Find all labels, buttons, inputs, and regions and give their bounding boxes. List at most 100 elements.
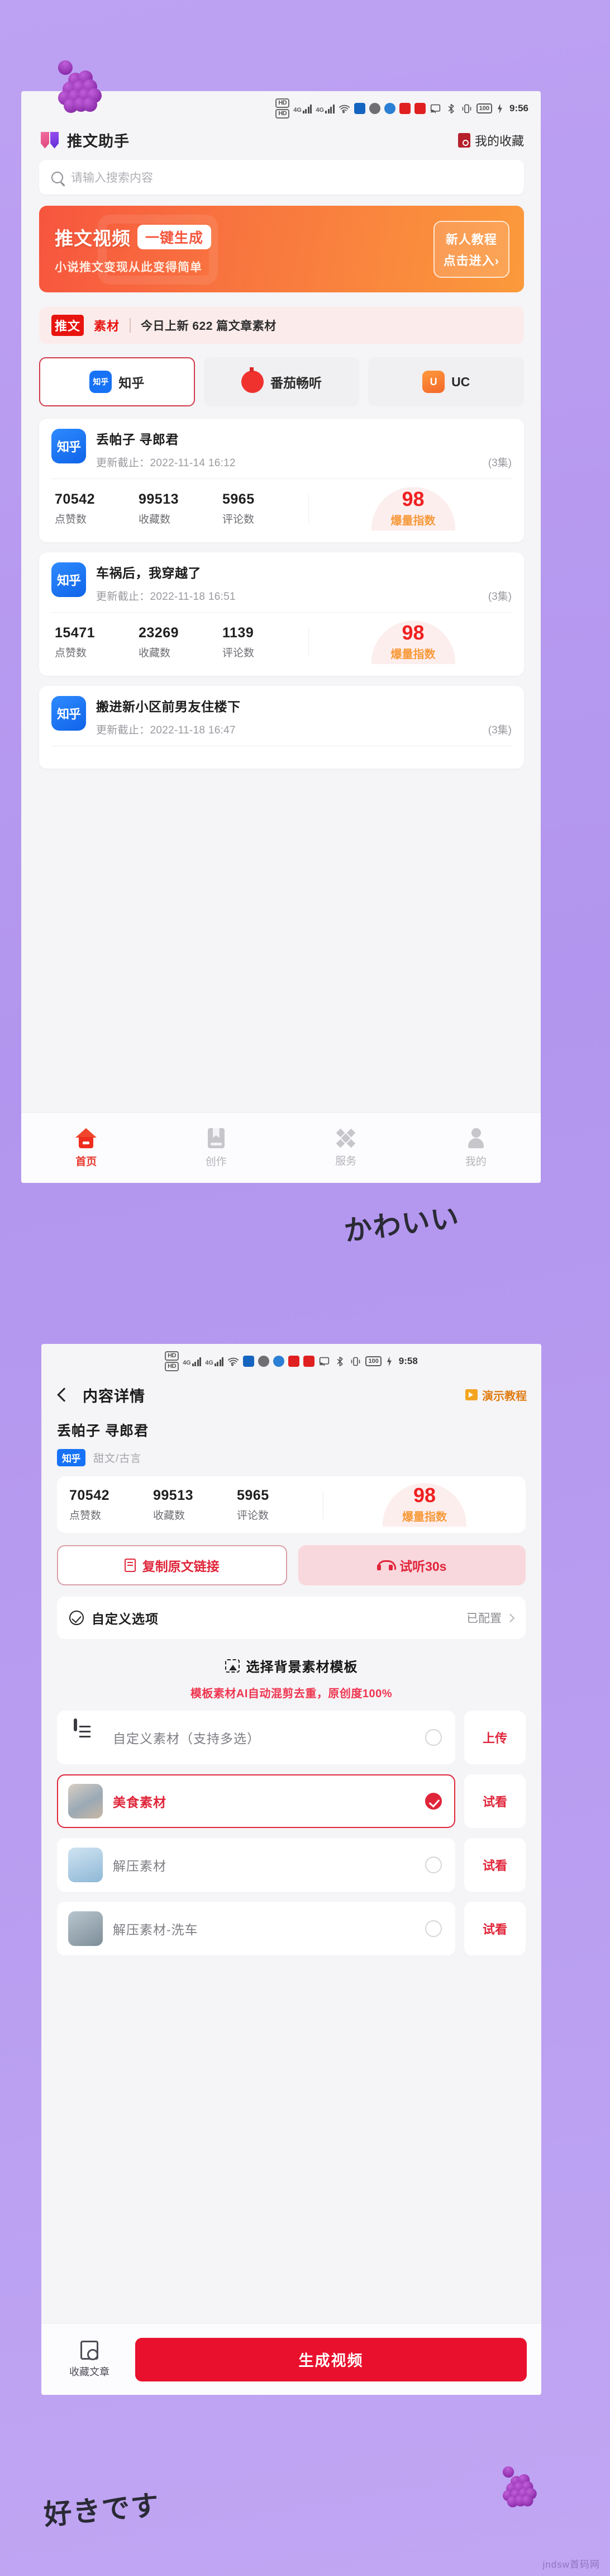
material-radio[interactable] xyxy=(425,1857,442,1873)
source-tabs: 知乎 知乎 番茄畅听 U UC xyxy=(21,344,541,406)
stat-favorites: 99513 收藏数 xyxy=(153,1488,237,1522)
my-favorites-button[interactable]: 我的收藏 xyxy=(458,131,524,149)
stat-likes: 70542 点赞数 xyxy=(69,1488,153,1522)
table-row[interactable]: 知乎 车祸后，我穿越了 更新截止：2022-11-18 16:51 (3集) 1… xyxy=(39,552,524,676)
material-option-relax[interactable]: 解压素材 xyxy=(57,1838,455,1892)
service-icon xyxy=(336,1128,356,1148)
stat-value: 23269 xyxy=(139,624,179,641)
status-badge: 已配置 xyxy=(466,1612,502,1625)
article-update-date: 更新截止：2022-11-18 16:51 xyxy=(96,591,236,603)
source-tab-zhihu[interactable]: 知乎 知乎 xyxy=(39,357,195,406)
hd-icon-1: HD xyxy=(275,98,290,108)
back-icon[interactable] xyxy=(57,1388,72,1402)
table-row[interactable]: 知乎 丢帕子 寻郎君 更新截止：2022-11-14 16:12 (3集) 70… xyxy=(39,419,524,542)
banner-headline: 推文视频 xyxy=(55,228,131,249)
article-meta: 更新截止：2022-11-18 16:51 (3集) xyxy=(96,588,512,603)
tab-profile[interactable]: 我的 xyxy=(411,1128,541,1168)
bookmark-icon xyxy=(80,2340,98,2360)
chevron-right-icon xyxy=(506,1613,515,1622)
demo-tutorial-label: 演示教程 xyxy=(482,1390,527,1403)
promo-banner[interactable]: 推文视频 一键生成 小说推文变现从此变得简单 新人教程 点击进入› xyxy=(39,206,524,292)
favorite-article-button[interactable]: 收藏文章 xyxy=(56,2340,123,2379)
material-radio[interactable] xyxy=(425,1729,442,1746)
article-episodes: (3集) xyxy=(488,724,512,736)
hot-index-gauge: 98 爆量指数 xyxy=(314,487,512,531)
custom-options-label: 自定义选项 xyxy=(92,1612,159,1626)
stat-label: 点赞数 xyxy=(55,513,87,525)
material-option-custom[interactable]: 自定义素材（支持多选） xyxy=(57,1711,455,1764)
article-header: 知乎 车祸后，我穿越了 更新截止：2022-11-18 16:51 (3集) xyxy=(51,562,512,603)
material-option-carwash[interactable]: 解压素材-洗车 xyxy=(57,1902,455,1955)
banner-chip: 一键生成 xyxy=(137,224,212,249)
template-section-label: 选择背景素材模板 xyxy=(246,1660,358,1675)
stat-label: 收藏数 xyxy=(139,647,171,659)
copy-link-button[interactable]: 复制原文链接 xyxy=(57,1545,287,1585)
zhihu-icon: 知乎 xyxy=(51,562,86,597)
image-icon xyxy=(225,1659,240,1673)
divider xyxy=(308,494,309,523)
check-circle-icon xyxy=(69,1611,84,1625)
generate-video-button[interactable]: 生成视频 xyxy=(135,2337,527,2381)
tab-home[interactable]: 首页 xyxy=(21,1128,151,1168)
material-news-strip[interactable]: 推文 素材 今日上新 622 篇文章素材 xyxy=(39,307,524,344)
table-row[interactable]: 知乎 搬进新小区前男友住楼下 更新截止：2022-11-18 16:47 (3集… xyxy=(39,686,524,769)
search-bar[interactable]: 请输入搜索内容 xyxy=(39,160,524,195)
source-tab-uc[interactable]: U UC xyxy=(368,357,525,406)
material-option-food[interactable]: 美食素材 xyxy=(57,1774,455,1828)
material-upload-button[interactable]: 上传 xyxy=(464,1711,526,1764)
custom-options-row[interactable]: 自定义选项 已配置 xyxy=(57,1597,526,1639)
material-preview-button[interactable]: 试看 xyxy=(464,1838,526,1892)
search-input[interactable]: 请输入搜索内容 xyxy=(71,169,153,186)
material-preview-button[interactable]: 试看 xyxy=(464,1774,526,1828)
my-favorites-label: 我的收藏 xyxy=(474,134,524,148)
network-type-2: 4G xyxy=(205,1359,213,1366)
stat-value: 70542 xyxy=(69,1487,110,1503)
stat-comments: 5965 评论数 xyxy=(222,491,306,526)
status-bar-detail: HD HD 4G 4G 100 9:58 xyxy=(41,1344,541,1376)
tomato-icon xyxy=(241,367,264,393)
preview-audio-button[interactable]: 试听30s xyxy=(298,1545,526,1585)
hot-index-label: 爆量指数 xyxy=(390,515,436,527)
material-preview-button[interactable]: 试看 xyxy=(464,1902,526,1955)
article-info: 丢帕子 寻郎君 更新截止：2022-11-14 16:12 (3集) xyxy=(96,429,512,470)
hd-icon-2: HD xyxy=(165,1362,179,1371)
tab-service[interactable]: 服务 xyxy=(281,1128,411,1168)
detail-article-title: 丢帕子 寻郎君 xyxy=(57,1423,149,1439)
banner-button-line1: 新人教程 xyxy=(445,232,497,247)
charging-icon xyxy=(387,1356,392,1366)
hot-index-value: 98 xyxy=(402,487,425,510)
grape-stem xyxy=(55,58,75,78)
banner-tutorial-button[interactable]: 新人教程 点击进入› xyxy=(433,220,509,278)
battery-icon: 100 xyxy=(476,103,492,113)
signal-bars-icon-1 xyxy=(302,104,312,113)
article-title: 车祸后，我穿越了 xyxy=(96,566,201,580)
zhihu-icon: 知乎 xyxy=(89,371,112,393)
article-title: 搬进新小区前男友住楼下 xyxy=(96,699,241,714)
stat-value: 1139 xyxy=(222,624,254,641)
stat-label: 点赞数 xyxy=(69,1509,102,1522)
clock: 9:58 xyxy=(398,1356,418,1366)
relax-thumbnail xyxy=(68,1848,103,1882)
source-tab-label-tomato: 番茄畅听 xyxy=(270,376,322,390)
book-icon xyxy=(207,1128,225,1148)
app-icon-notification-2 xyxy=(414,103,426,114)
material-radio-selected[interactable] xyxy=(425,1793,442,1810)
material-badge-primary: 推文 xyxy=(51,315,84,336)
list-item: 解压素材 试看 xyxy=(57,1838,526,1892)
search-icon xyxy=(51,171,63,183)
app-icon-wechat xyxy=(369,103,380,114)
hot-index-label: 爆量指数 xyxy=(390,648,436,661)
demo-tutorial-button[interactable]: 演示教程 xyxy=(465,1387,527,1403)
grape-stem xyxy=(501,2464,517,2480)
article-info: 车祸后，我穿越了 更新截止：2022-11-18 16:51 (3集) xyxy=(96,562,512,603)
headphones-icon xyxy=(377,1560,397,1570)
tab-create[interactable]: 创作 xyxy=(151,1128,282,1168)
source-tab-tomato[interactable]: 番茄畅听 xyxy=(203,357,360,406)
source-tab-label-uc: UC xyxy=(451,374,470,389)
home-icon xyxy=(75,1128,97,1148)
source-tab-label-zhihu: 知乎 xyxy=(118,376,145,390)
material-radio[interactable] xyxy=(425,1920,442,1937)
hd-volte-icons: HD HD xyxy=(165,1351,179,1371)
phone-screen-home: HD HD 4G 4G 100 9:56 推文助手 我的收藏 请输入搜索内容 推… xyxy=(21,91,541,1183)
article-update-date: 更新截止：2022-11-18 16:47 xyxy=(96,724,236,736)
